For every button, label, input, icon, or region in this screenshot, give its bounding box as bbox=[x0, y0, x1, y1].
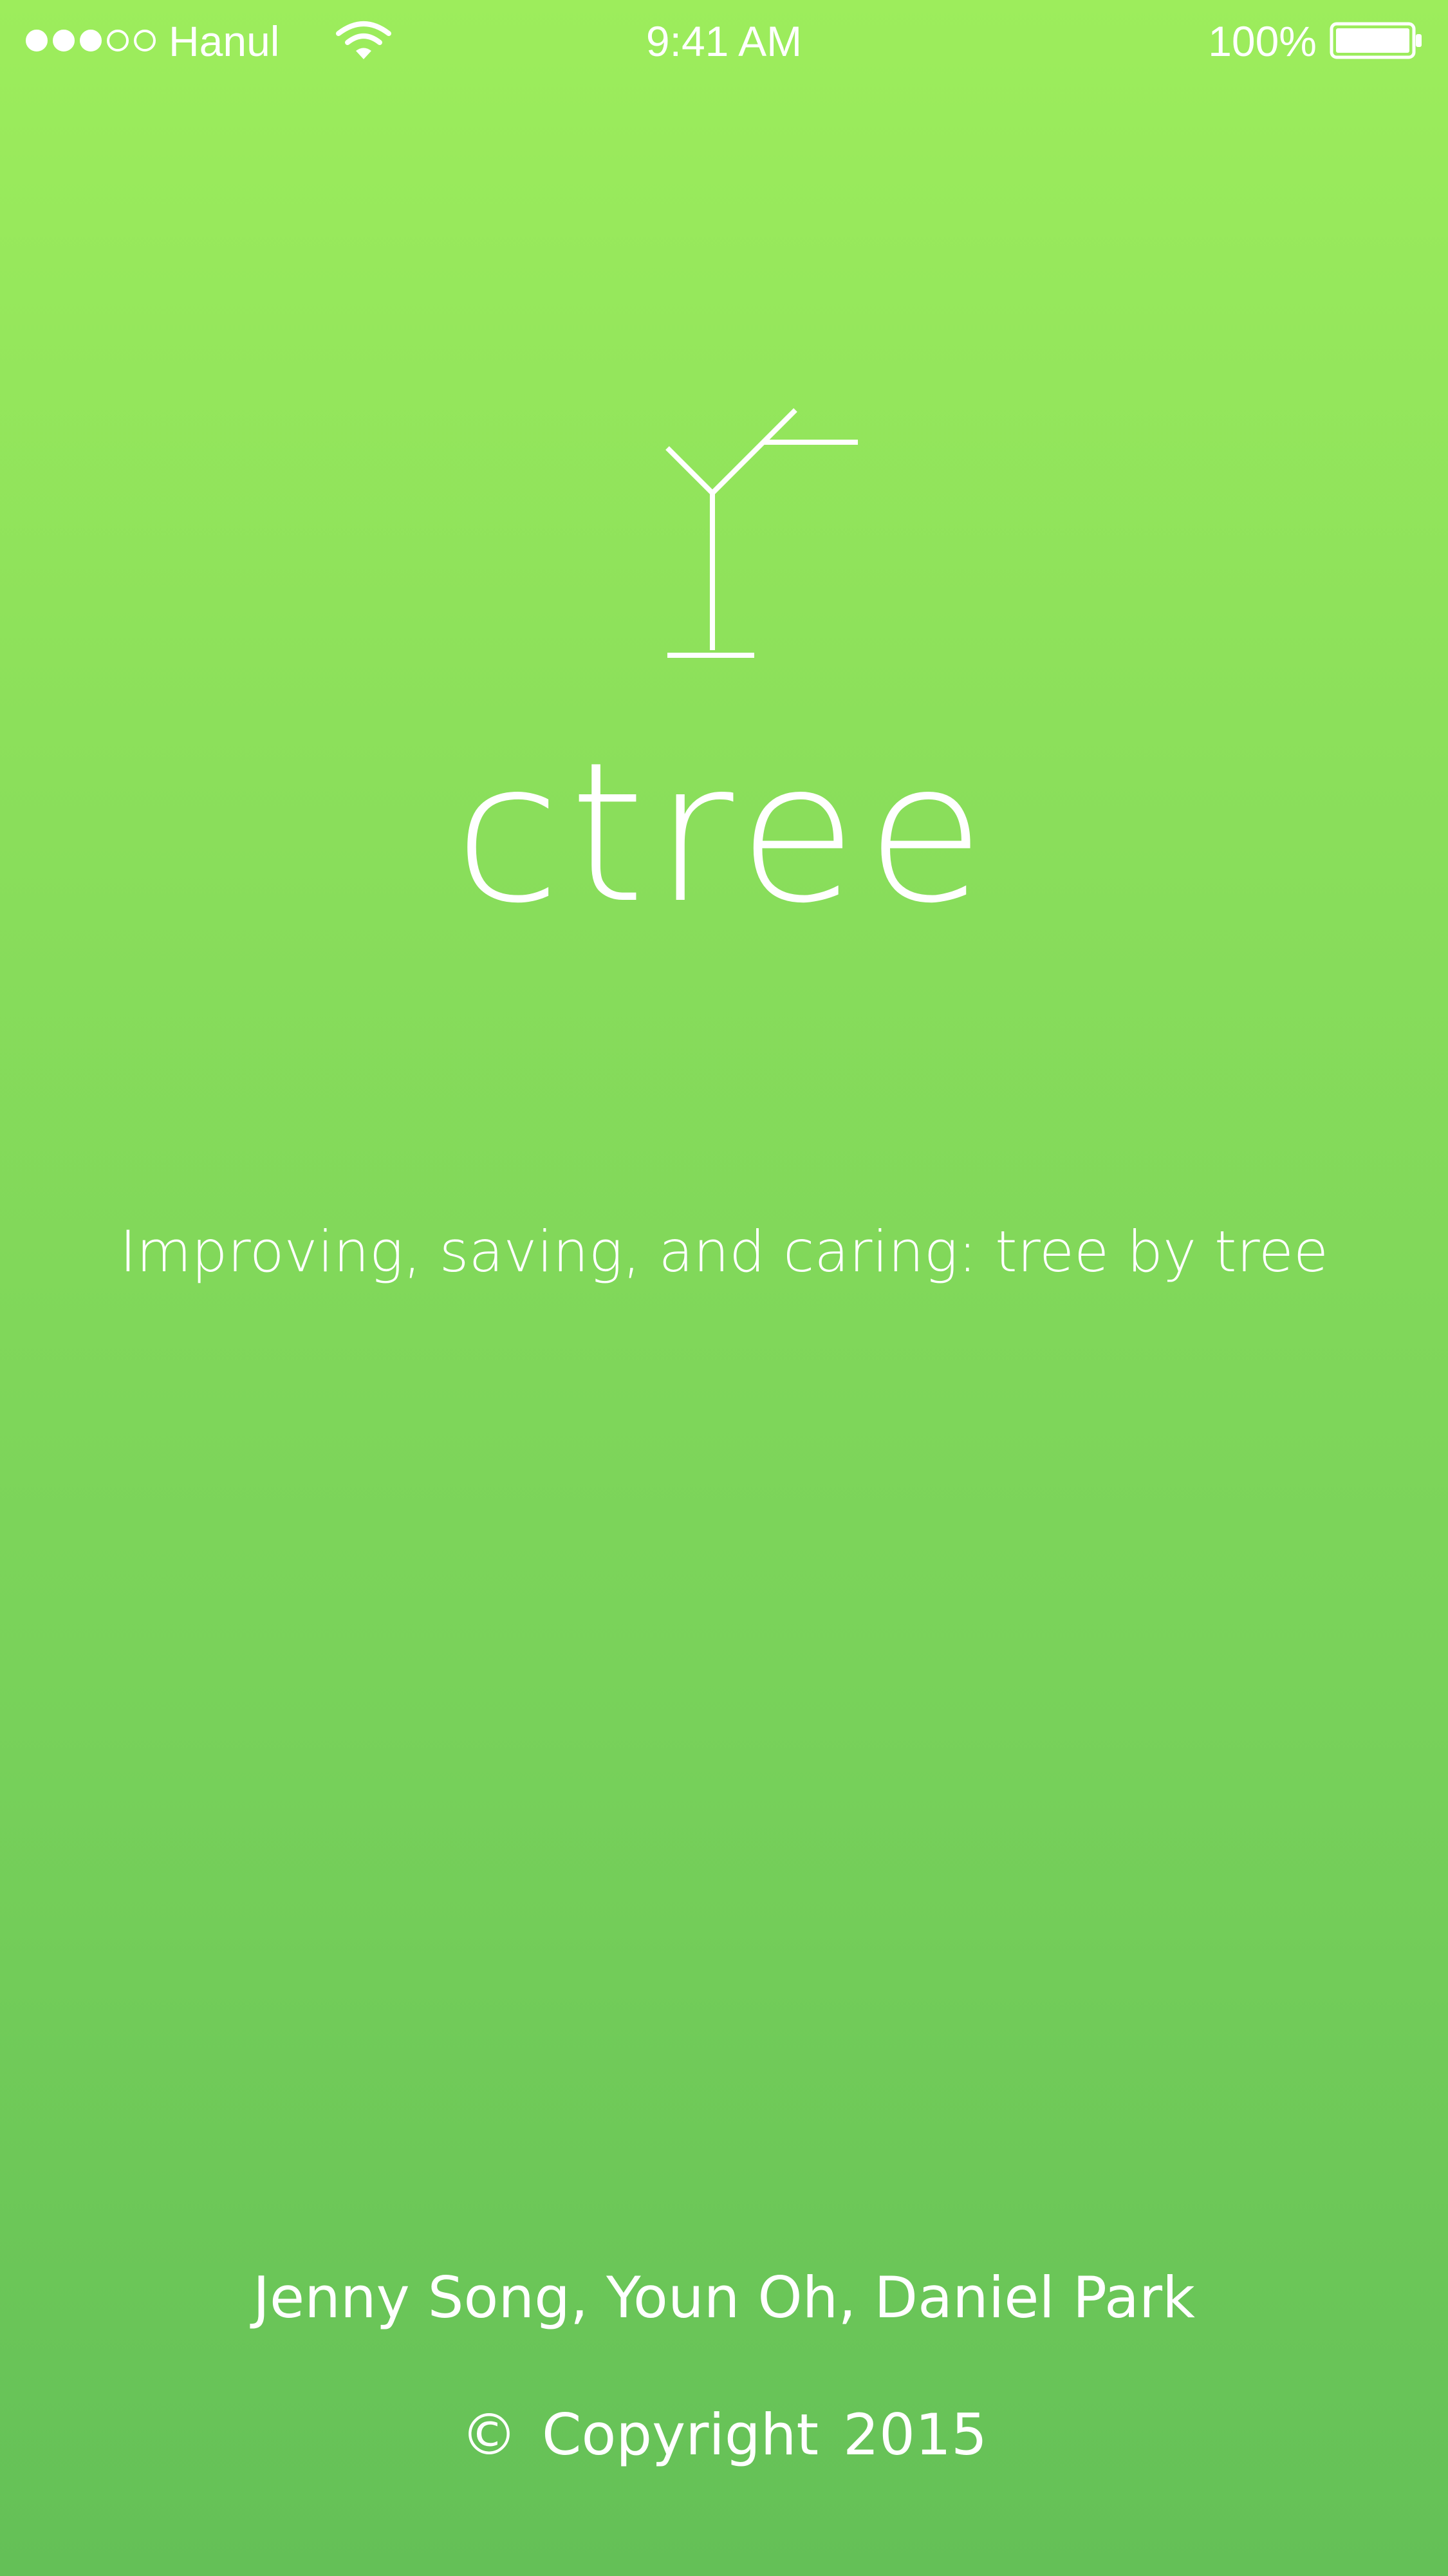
authors: Jenny Song, Youn Oh, Daniel Park bbox=[252, 2264, 1196, 2331]
app-name: ctree bbox=[454, 721, 994, 946]
battery-percentage: 100% bbox=[1208, 17, 1317, 65]
status-bar: Hanul 9:41 AM 100% bbox=[0, 0, 1448, 84]
battery-icon bbox=[1330, 22, 1422, 59]
splash-screen: Hanul 9:41 AM 100% ctree Improving, savi… bbox=[0, 0, 1448, 2576]
tagline: Improving, saving, and caring: tree by t… bbox=[119, 1218, 1329, 1285]
tree-logo-icon bbox=[665, 408, 858, 658]
copyright-notice: © Copyright 2015 bbox=[461, 2402, 987, 2468]
